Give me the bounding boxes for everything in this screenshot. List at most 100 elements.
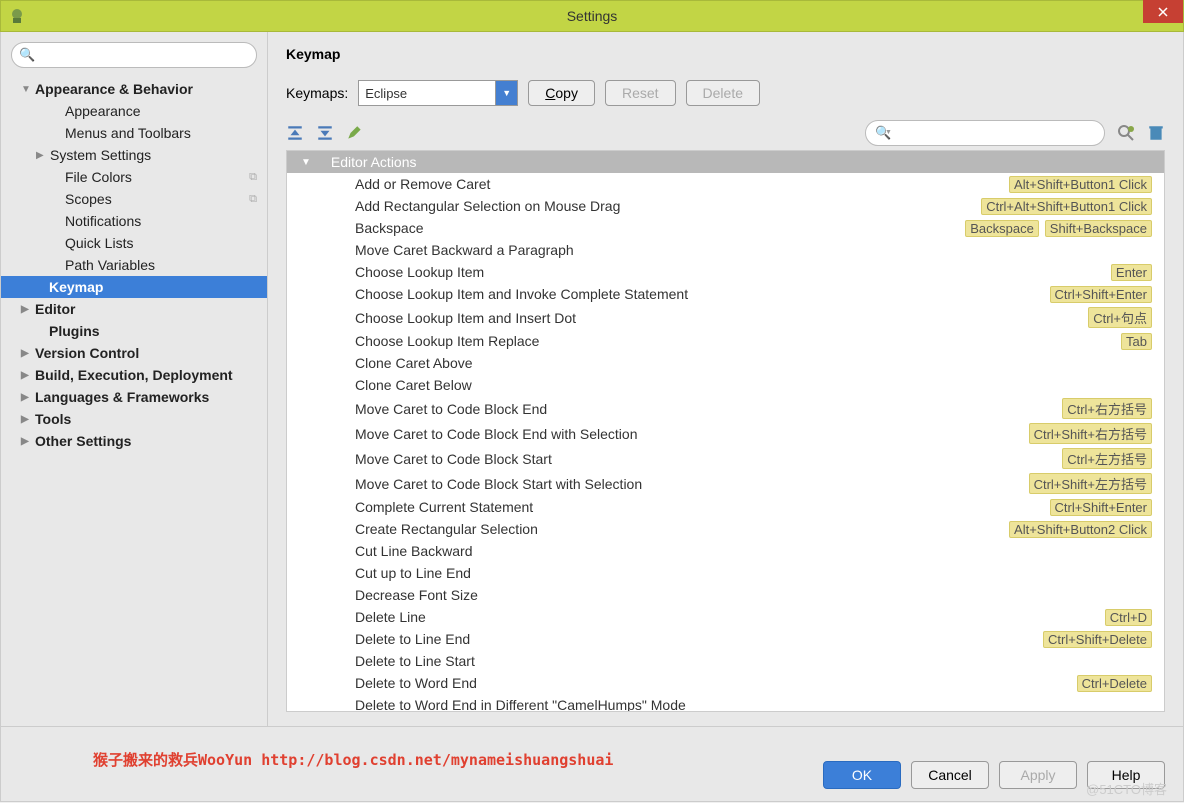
sidebar-item[interactable]: Menus and Toolbars <box>1 122 267 144</box>
action-search-input[interactable] <box>865 120 1105 146</box>
sidebar-search: 🔍 <box>11 42 257 68</box>
shortcut-badge: Ctrl+Shift+右方括号 <box>1029 423 1152 444</box>
action-row[interactable]: Decrease Font Size <box>287 584 1164 606</box>
titlebar: Settings <box>0 0 1184 32</box>
actions-toolbar: 🔍 ▼ <box>286 120 1165 146</box>
action-row[interactable]: Delete to Word End in Different "CamelHu… <box>287 694 1164 712</box>
page-title: Keymap <box>286 46 1165 62</box>
keymaps-select: ▼ <box>358 80 518 106</box>
sidebar-item[interactable]: ▶Tools <box>1 408 267 430</box>
sidebar-item-label: Scopes <box>65 191 112 207</box>
trash-icon[interactable] <box>1147 124 1165 142</box>
action-row[interactable]: Cut Line Backward <box>287 540 1164 562</box>
action-name: Move Caret to Code Block Start with Sele… <box>355 476 1029 492</box>
action-row[interactable]: Create Rectangular SelectionAlt+Shift+Bu… <box>287 518 1164 540</box>
edit-icon[interactable] <box>346 124 364 142</box>
reset-button[interactable]: Reset <box>605 80 676 106</box>
ok-button[interactable]: OK <box>823 761 901 789</box>
search-icon: 🔍 <box>19 47 35 63</box>
action-name: Delete to Line Start <box>355 653 1152 669</box>
action-row[interactable]: Cut up to Line End <box>287 562 1164 584</box>
action-row[interactable]: Move Caret to Code Block StartCtrl+左方括号 <box>287 446 1164 471</box>
sidebar-item-label: Quick Lists <box>65 235 133 251</box>
watermark-red: 猴子搬来的救兵WooYun http://blog.csdn.net/mynam… <box>93 749 613 770</box>
action-row[interactable]: BackspaceBackspaceShift+Backspace <box>287 217 1164 239</box>
action-name: Move Caret to Code Block End <box>355 401 1062 417</box>
sidebar-search-input[interactable] <box>11 42 257 68</box>
action-search: 🔍 ▼ <box>865 120 1105 146</box>
action-row[interactable]: Move Caret to Code Block EndCtrl+右方括号 <box>287 396 1164 421</box>
action-list[interactable]: ▼ Editor Actions Add or Remove CaretAlt+… <box>286 150 1165 712</box>
sidebar-item[interactable]: Path Variables <box>1 254 267 276</box>
action-name: Add or Remove Caret <box>355 176 1009 192</box>
sidebar-item-label: System Settings <box>50 147 151 163</box>
delete-button[interactable]: Delete <box>686 80 760 106</box>
action-row[interactable]: Add or Remove CaretAlt+Shift+Button1 Cli… <box>287 173 1164 195</box>
action-row[interactable]: Move Caret to Code Block Start with Sele… <box>287 471 1164 496</box>
sidebar-item[interactable]: ▶Languages & Frameworks <box>1 386 267 408</box>
action-row[interactable]: Choose Lookup ItemEnter <box>287 261 1164 283</box>
find-by-shortcut-icon[interactable] <box>1117 124 1135 142</box>
action-row[interactable]: Move Caret to Code Block End with Select… <box>287 421 1164 446</box>
sidebar-item[interactable]: Keymap <box>1 276 267 298</box>
keymaps-dropdown-button[interactable]: ▼ <box>496 80 518 106</box>
group-header-label: Editor Actions <box>331 154 417 170</box>
shortcut-badge: Backspace <box>965 220 1039 237</box>
collapse-all-icon[interactable] <box>316 124 334 142</box>
close-button[interactable] <box>1143 0 1183 23</box>
cancel-button[interactable]: Cancel <box>911 761 989 789</box>
action-row[interactable]: Add Rectangular Selection on Mouse DragC… <box>287 195 1164 217</box>
action-name: Delete to Line End <box>355 631 1043 647</box>
chevron-icon: ▶ <box>21 436 33 447</box>
shortcut-badge: Shift+Backspace <box>1045 220 1152 237</box>
chevron-down-icon: ▼ <box>301 157 311 168</box>
sidebar-item[interactable]: ▶Editor <box>1 298 267 320</box>
action-row[interactable]: Move Caret Backward a Paragraph <box>287 239 1164 261</box>
sidebar-item-label: Tools <box>35 411 71 427</box>
sidebar-item-label: Appearance & Behavior <box>35 81 193 97</box>
action-name: Choose Lookup Item and Insert Dot <box>355 310 1088 326</box>
sidebar-item[interactable]: Scopes⧉ <box>1 188 267 210</box>
sidebar-item-label: Plugins <box>49 323 100 339</box>
group-header[interactable]: ▼ Editor Actions <box>287 151 1164 173</box>
action-row[interactable]: Clone Caret Above <box>287 352 1164 374</box>
action-row[interactable]: Choose Lookup Item ReplaceTab <box>287 330 1164 352</box>
sidebar-item-label: Path Variables <box>65 257 155 273</box>
action-row[interactable]: Choose Lookup Item and Insert DotCtrl+句点 <box>287 305 1164 330</box>
shortcut-badge: Alt+Shift+Button1 Click <box>1009 176 1152 193</box>
sidebar-item[interactable]: Plugins <box>1 320 267 342</box>
sidebar-item-label: Menus and Toolbars <box>65 125 191 141</box>
action-name: Cut Line Backward <box>355 543 1152 559</box>
shortcut-badge: Ctrl+Shift+Enter <box>1050 499 1153 516</box>
action-row[interactable]: Choose Lookup Item and Invoke Complete S… <box>287 283 1164 305</box>
action-row[interactable]: Complete Current StatementCtrl+Shift+Ent… <box>287 496 1164 518</box>
sidebar-item[interactable]: ▼Appearance & Behavior <box>1 78 267 100</box>
copy-button[interactable]: CCopyopy <box>528 80 595 106</box>
chevron-icon: ▶ <box>21 304 33 315</box>
chevron-icon: ▼ <box>21 84 33 95</box>
chevron-icon: ▶ <box>21 392 33 403</box>
shortcut-badge: Ctrl+右方括号 <box>1062 398 1152 419</box>
expand-all-icon[interactable] <box>286 124 304 142</box>
apply-button[interactable]: Apply <box>999 761 1077 789</box>
action-name: Delete Line <box>355 609 1105 625</box>
keymaps-value[interactable] <box>358 80 496 106</box>
sidebar-item[interactable]: Quick Lists <box>1 232 267 254</box>
sidebar-item[interactable]: Appearance <box>1 100 267 122</box>
action-row[interactable]: Delete to Line Start <box>287 650 1164 672</box>
action-row[interactable]: Clone Caret Below <box>287 374 1164 396</box>
sidebar-item-label: Build, Execution, Deployment <box>35 367 233 383</box>
sidebar-item[interactable]: ▶Version Control <box>1 342 267 364</box>
sidebar-item-label: Version Control <box>35 345 139 361</box>
sidebar-item[interactable]: Notifications <box>1 210 267 232</box>
sidebar-item[interactable]: File Colors⧉ <box>1 166 267 188</box>
shortcut-badge: Ctrl+Shift+Enter <box>1050 286 1153 303</box>
sidebar-item[interactable]: ▶Build, Execution, Deployment <box>1 364 267 386</box>
action-row[interactable]: Delete to Line EndCtrl+Shift+Delete <box>287 628 1164 650</box>
sidebar-item[interactable]: ▶Other Settings <box>1 430 267 452</box>
sidebar-item[interactable]: ▶System Settings <box>1 144 267 166</box>
action-row[interactable]: Delete LineCtrl+D <box>287 606 1164 628</box>
action-row[interactable]: Delete to Word EndCtrl+Delete <box>287 672 1164 694</box>
sidebar: 🔍 ▼Appearance & BehaviorAppearanceMenus … <box>1 32 268 726</box>
action-name: Clone Caret Above <box>355 355 1152 371</box>
